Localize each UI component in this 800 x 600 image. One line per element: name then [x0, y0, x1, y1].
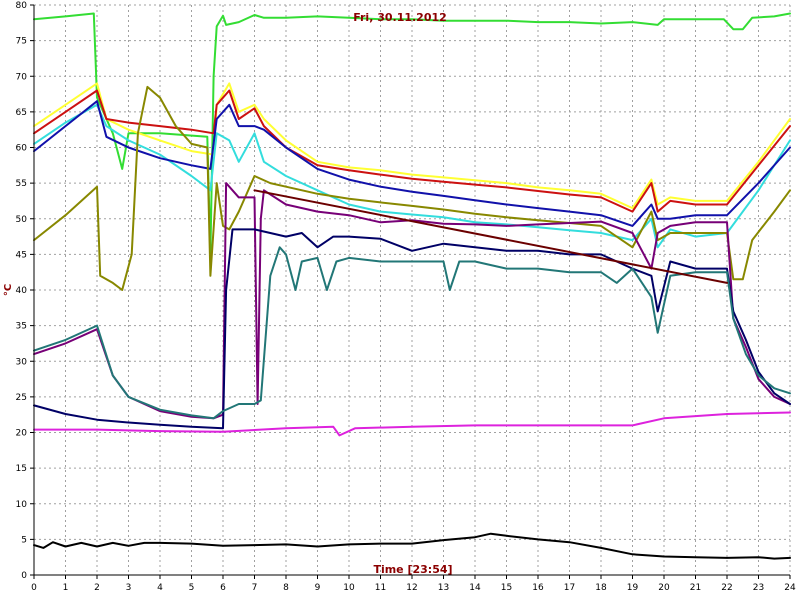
y-axis-label: °C — [3, 284, 14, 296]
x-tick-label-13: 13 — [438, 583, 449, 593]
y-tick-label-6: 30 — [16, 357, 28, 367]
x-tick-label-24: 24 — [784, 583, 796, 593]
x-tick-label-5: 5 — [189, 583, 195, 593]
y-tick-label-3: 15 — [16, 464, 27, 474]
x-tick-label-11: 11 — [375, 583, 386, 593]
chart-svg: 051015202530354045505560657075800 1 2 3 4 5 6 7… — [0, 0, 800, 600]
x-tick-label-4: 4 — [157, 583, 163, 593]
chart-area: 0 5 10 15 20 25 30 35 40 45 50 55 60 65 70 75 80 0 1 2 3 4 5 6 7… — [0, 0, 800, 600]
x-tick-label-20: 20 — [658, 583, 670, 593]
y-tick-label-7: 35 — [16, 322, 27, 332]
x-tick-label-0: 0 — [31, 583, 37, 593]
x-tick-label-8: 8 — [283, 583, 289, 593]
x-tick-label-3: 3 — [126, 583, 132, 593]
y-tick-label-16: 80 — [16, 1, 28, 11]
x-tick-label-15: 15 — [501, 583, 512, 593]
x-tick-label-2: 2 — [94, 583, 100, 593]
y-tick-label-1: 5 — [21, 535, 27, 545]
x-tick-label-7: 7 — [252, 583, 258, 593]
x-tick-label-19: 19 — [627, 583, 639, 593]
y-tick-label-0: 0 — [21, 571, 27, 581]
y-tick-label-14: 70 — [16, 72, 28, 82]
y-tick-label-4: 20 — [16, 429, 28, 439]
y-tick-label-10: 50 — [16, 215, 28, 225]
x-tick-label-18: 18 — [595, 583, 607, 593]
x-tick-label-16: 16 — [532, 583, 544, 593]
y-tick-label-8: 40 — [16, 286, 28, 296]
x-axis-label: Time [23:54] — [373, 563, 452, 576]
y-tick-label-12: 60 — [16, 144, 28, 154]
y-tick-label-11: 55 — [16, 179, 27, 189]
x-tick-label-12: 12 — [406, 583, 417, 593]
x-tick-label-14: 14 — [469, 583, 481, 593]
y-tick-label-9: 45 — [16, 250, 27, 260]
x-tick-label-17: 17 — [564, 583, 575, 593]
y-tick-label-2: 10 — [16, 500, 28, 510]
y-tick-label-5: 25 — [16, 393, 27, 403]
x-tick-label-10: 10 — [343, 583, 355, 593]
x-tick-label-1: 1 — [63, 583, 69, 593]
chart-background — [0, 0, 800, 600]
chart-title: Fri, 30.11.2012 — [353, 11, 447, 24]
x-tick-label-23: 23 — [753, 583, 764, 593]
x-tick-label-22: 22 — [721, 583, 732, 593]
x-tick-label-9: 9 — [315, 583, 321, 593]
y-tick-label-13: 65 — [16, 108, 27, 118]
x-tick-label-21: 21 — [690, 583, 701, 593]
x-tick-label-6: 6 — [220, 583, 226, 593]
y-tick-label-15: 75 — [16, 37, 27, 47]
